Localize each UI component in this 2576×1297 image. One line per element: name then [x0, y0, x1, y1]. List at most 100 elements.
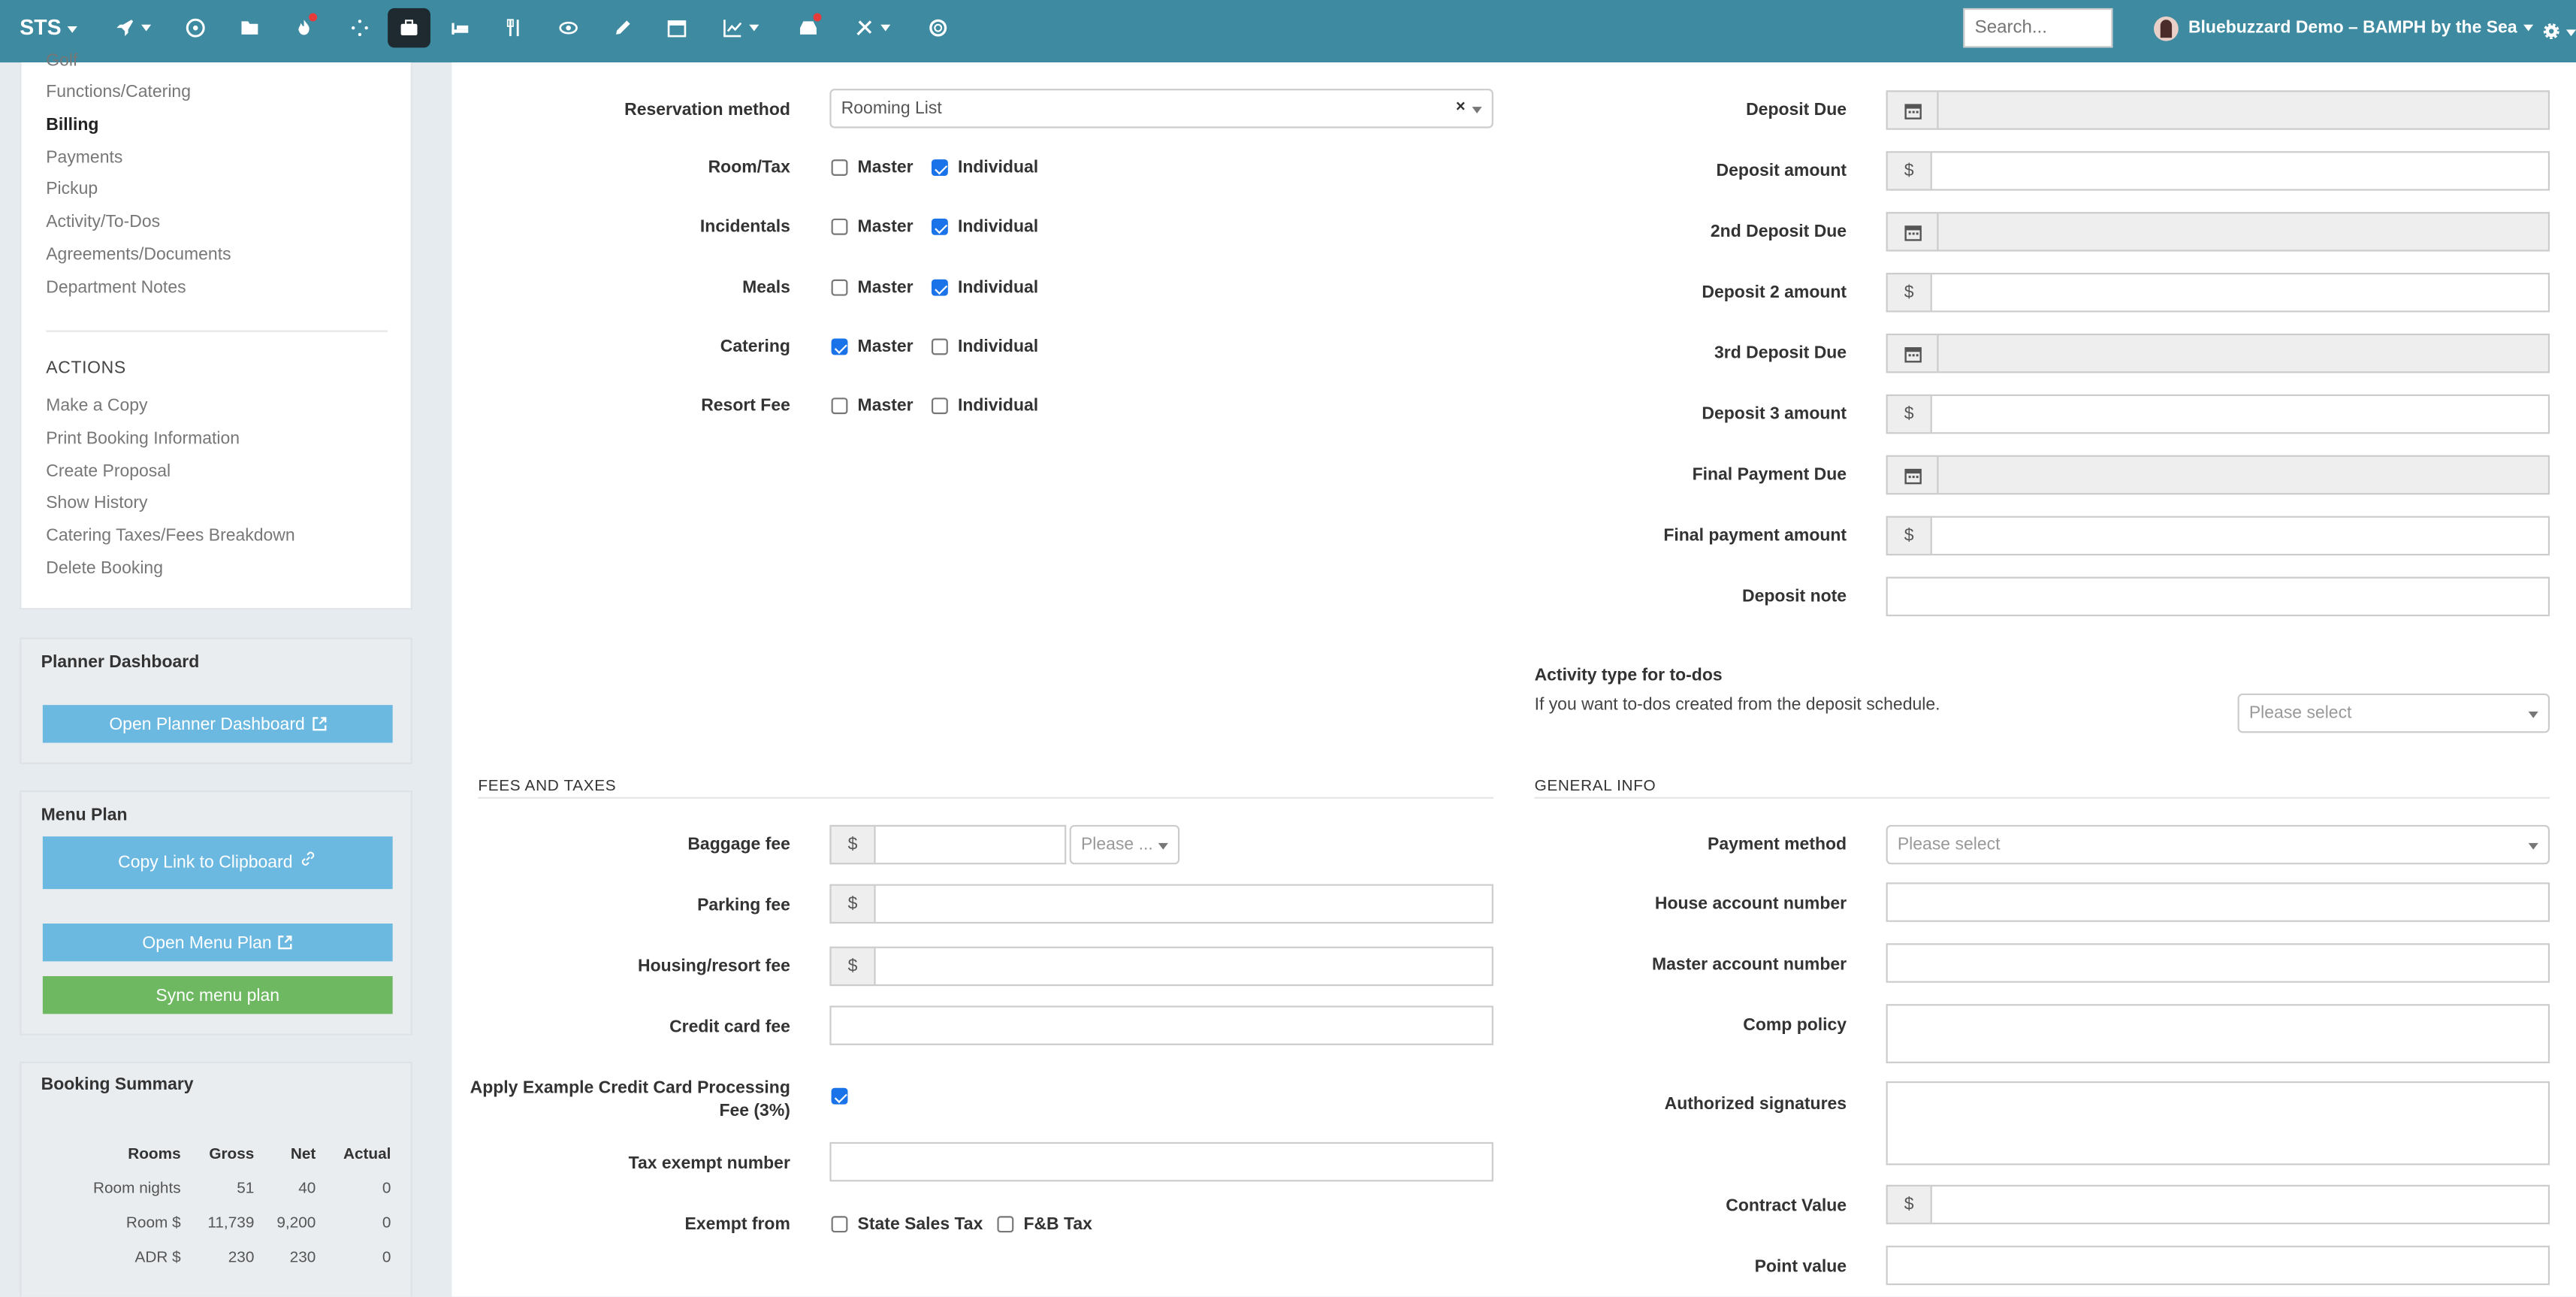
summary-cell: ADR $ — [134, 1249, 181, 1268]
authorized-signatures-textarea[interactable] — [1886, 1081, 2550, 1165]
resort-fee-individual-checkbox[interactable] — [931, 398, 948, 415]
chevron-down-icon — [2528, 842, 2538, 850]
action-make-copy[interactable]: Make a Copy — [46, 396, 147, 416]
master-account-label: Master account number — [1652, 954, 1847, 975]
meals-individual-checkbox[interactable] — [931, 279, 948, 296]
final-payment-due-input[interactable] — [1937, 455, 2550, 495]
room-tax-master-checkbox[interactable] — [831, 159, 848, 176]
action-create-proposal[interactable]: Create Proposal — [46, 462, 171, 482]
sidebar-link-billing[interactable]: Billing — [46, 115, 98, 135]
tools-icon[interactable] — [851, 8, 894, 47]
state-sales-tax-checkbox[interactable] — [831, 1216, 848, 1233]
action-delete-booking[interactable]: Delete Booking — [46, 559, 163, 579]
rocket-icon[interactable] — [112, 8, 155, 47]
resort-fee-label: Resort Fee — [701, 396, 790, 416]
spinner-icon[interactable] — [339, 8, 382, 47]
calendar-icon[interactable] — [656, 8, 699, 47]
cutlery-icon[interactable] — [493, 8, 536, 47]
contract-value-input[interactable] — [1930, 1184, 2550, 1225]
incidentals-individual-checkbox[interactable] — [931, 218, 948, 235]
baggage-fee-input[interactable] — [874, 824, 1067, 865]
parking-fee-input[interactable] — [874, 884, 1493, 924]
deposit-amount-input[interactable] — [1930, 151, 2550, 191]
sidebar-link-golf[interactable]: Golf — [46, 51, 77, 71]
3rd-deposit-due-input[interactable] — [1937, 333, 2550, 373]
meals-label: Meals — [742, 277, 790, 298]
action-show-history[interactable]: Show History — [46, 493, 147, 512]
bed-icon[interactable] — [439, 8, 482, 47]
chart-icon[interactable] — [720, 8, 763, 47]
tax-exempt-input[interactable] — [829, 1141, 1493, 1182]
eye-icon[interactable] — [547, 8, 590, 47]
inbox-icon[interactable] — [787, 8, 830, 47]
housing-fee-input[interactable] — [874, 946, 1493, 987]
sidebar-link-agreements[interactable]: Agreements/Documents — [46, 245, 231, 265]
fb-tax-checkbox[interactable] — [997, 1216, 1014, 1233]
deposit-note-input[interactable] — [1886, 576, 2550, 617]
sidebar-link-payments[interactable]: Payments — [46, 148, 122, 168]
comp-policy-textarea[interactable] — [1886, 1004, 2550, 1063]
meals-master-checkbox[interactable] — [831, 279, 848, 296]
house-account-input[interactable] — [1886, 882, 2550, 922]
brand-menu[interactable]: STS — [20, 0, 78, 56]
dashboard-icon[interactable] — [174, 8, 217, 47]
individual-label: Individual — [957, 277, 1039, 298]
activity-type-help: If you want to-dos created from the depo… — [1534, 695, 1940, 715]
deposit-due-input[interactable] — [1937, 90, 2550, 130]
copy-link-button[interactable]: Copy Link to Clipboard — [42, 836, 393, 890]
resort-fee-master-checkbox[interactable] — [831, 398, 848, 415]
master-label: Master — [857, 396, 914, 416]
2nd-deposit-due-input[interactable] — [1937, 212, 2550, 252]
payment-method-label: Payment method — [1708, 834, 1847, 855]
folder-icon[interactable] — [228, 8, 271, 47]
sync-menu-plan-button[interactable]: Sync menu plan — [42, 976, 393, 1014]
date-picker-button[interactable] — [1886, 333, 1939, 373]
general-section-title: GENERAL INFO — [1534, 777, 1656, 796]
deposit-note-label: Deposit note — [1742, 586, 1847, 606]
clear-icon[interactable]: × — [1456, 90, 1466, 126]
deposit-3-amount-input[interactable] — [1930, 394, 2550, 434]
sidebar-link-functions[interactable]: Functions/Catering — [46, 82, 191, 101]
activity-type-select[interactable]: Please select — [2237, 693, 2550, 733]
apply-cc-fee-checkbox[interactable] — [831, 1087, 848, 1105]
briefcase-icon[interactable] — [388, 8, 430, 48]
divider — [46, 330, 388, 332]
master-account-input[interactable] — [1886, 943, 2550, 983]
incidentals-master-checkbox[interactable] — [831, 218, 848, 235]
summary-cell: 51 — [237, 1180, 255, 1199]
chevron-down-icon — [1158, 842, 1168, 850]
user-menu[interactable]: Bluebuzzard Demo – BAMPH by the Sea — [2154, 8, 2534, 47]
final-payment-amount-input[interactable] — [1930, 515, 2550, 556]
help-icon[interactable] — [917, 8, 959, 47]
sidebar-link-department-notes[interactable]: Department Notes — [46, 278, 186, 298]
credit-card-fee-input[interactable] — [829, 1005, 1493, 1045]
action-print-booking[interactable]: Print Booking Information — [46, 429, 240, 449]
search-input[interactable] — [1963, 8, 2113, 48]
sidebar-link-activity[interactable]: Activity/To-Dos — [46, 212, 160, 231]
reservation-method-select[interactable]: Rooming List × — [829, 89, 1493, 128]
payment-method-select[interactable]: Please select — [1886, 824, 2550, 865]
activity-type-title: Activity type for to-dos — [1534, 665, 1723, 685]
open-menu-plan-button[interactable]: Open Menu Plan — [42, 924, 393, 962]
fire-icon[interactable] — [282, 8, 325, 47]
open-planner-dashboard-label: Open Planner Dashboard — [109, 714, 305, 734]
pencil-icon[interactable] — [601, 8, 644, 47]
external-link-icon — [279, 936, 293, 950]
deposit-2-amount-input[interactable] — [1930, 273, 2550, 313]
currency-addon: $ — [1886, 1184, 1932, 1225]
catering-individual-checkbox[interactable] — [931, 338, 948, 355]
open-planner-dashboard-button[interactable]: Open Planner Dashboard — [42, 705, 393, 743]
date-picker-button[interactable] — [1886, 455, 1939, 495]
room-tax-individual-checkbox[interactable] — [931, 159, 948, 176]
sidebar-link-pickup[interactable]: Pickup — [46, 179, 98, 198]
date-picker-button[interactable] — [1886, 212, 1939, 252]
apply-cc-fee-label-2: Fee (3%) — [719, 1101, 790, 1121]
final-payment-amount-label: Final payment amount — [1663, 525, 1847, 546]
date-picker-button[interactable] — [1886, 90, 1939, 130]
point-value-input[interactable] — [1886, 1245, 2550, 1286]
settings-menu[interactable] — [2543, 18, 2576, 47]
baggage-fee-unit-select[interactable]: Please ... — [1069, 824, 1180, 865]
action-catering-taxes[interactable]: Catering Taxes/Fees Breakdown — [46, 526, 294, 546]
catering-master-checkbox[interactable] — [831, 338, 848, 355]
house-account-label: House account number — [1654, 893, 1847, 914]
